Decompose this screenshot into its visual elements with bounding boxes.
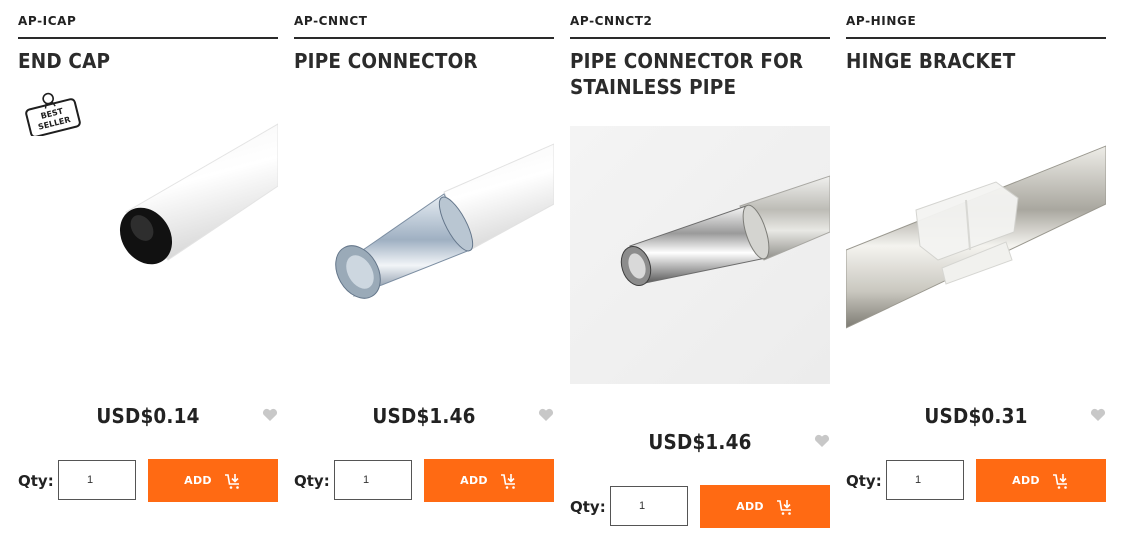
product-price: USD$1.46 [648,430,752,454]
product-grid: AP-ICAP END CAP BEST SELLER USD$0.14 Qty… [0,0,1140,557]
heart-icon[interactable] [538,408,554,422]
product-price: USD$1.46 [372,404,476,428]
product-image[interactable] [18,100,278,390]
product-price: USD$0.14 [96,404,200,428]
product-sku: AP-HINGE [846,14,917,28]
product-title[interactable]: END CAP [18,48,257,74]
product-price: USD$0.31 [924,404,1028,428]
divider [18,37,278,39]
quantity-input[interactable] [334,460,412,500]
cart-add-icon [224,473,239,489]
qty-label: Qty: [570,498,606,516]
heart-icon[interactable] [262,408,278,422]
product-title[interactable]: PIPE CONNECTOR [294,48,533,74]
add-button-label: ADD [460,474,488,487]
heart-icon[interactable] [1090,408,1106,422]
cart-add-icon [1052,473,1067,489]
qty-label: Qty: [846,472,882,490]
add-to-cart-button[interactable]: ADD [148,459,278,502]
product-sku: AP-ICAP [18,14,77,28]
product-image[interactable] [570,126,830,384]
quantity-input[interactable] [58,460,136,500]
cart-add-icon [776,499,791,515]
quantity-input[interactable] [886,460,964,500]
qty-label: Qty: [18,472,54,490]
product-title[interactable]: HINGE BRACKET [846,48,1085,74]
divider [570,37,830,39]
product-card-end-cap: AP-ICAP END CAP BEST SELLER USD$0.14 Qty… [18,0,278,557]
add-to-cart-button[interactable]: ADD [424,459,554,502]
product-image[interactable] [846,100,1106,390]
qty-label: Qty: [294,472,330,490]
add-button-label: ADD [184,474,212,487]
cart-add-icon [500,473,515,489]
add-to-cart-button[interactable]: ADD [700,485,830,528]
product-card-pipe-connector: AP-CNNCT PIPE CONNECTOR USD$1.46 Qty: 1 … [294,0,554,557]
quantity-input[interactable] [610,486,688,526]
add-button-label: ADD [1012,474,1040,487]
divider [846,37,1106,39]
product-image[interactable] [294,100,554,390]
divider [294,37,554,39]
add-to-cart-button[interactable]: ADD [976,459,1106,502]
heart-icon[interactable] [814,434,830,448]
add-button-label: ADD [736,500,764,513]
product-card-hinge-bracket: AP-HINGE HINGE BRACKET USD$0.31 Qty: 1 A… [846,0,1106,557]
product-sku: AP-CNNCT [294,14,368,28]
product-title[interactable]: PIPE CONNECTOR FOR STAINLESS PIPE [570,48,809,100]
product-sku: AP-CNNCT2 [570,14,653,28]
product-card-pipe-connector-stainless: AP-CNNCT2 PIPE CONNECTOR FOR STAINLESS P… [570,0,830,557]
